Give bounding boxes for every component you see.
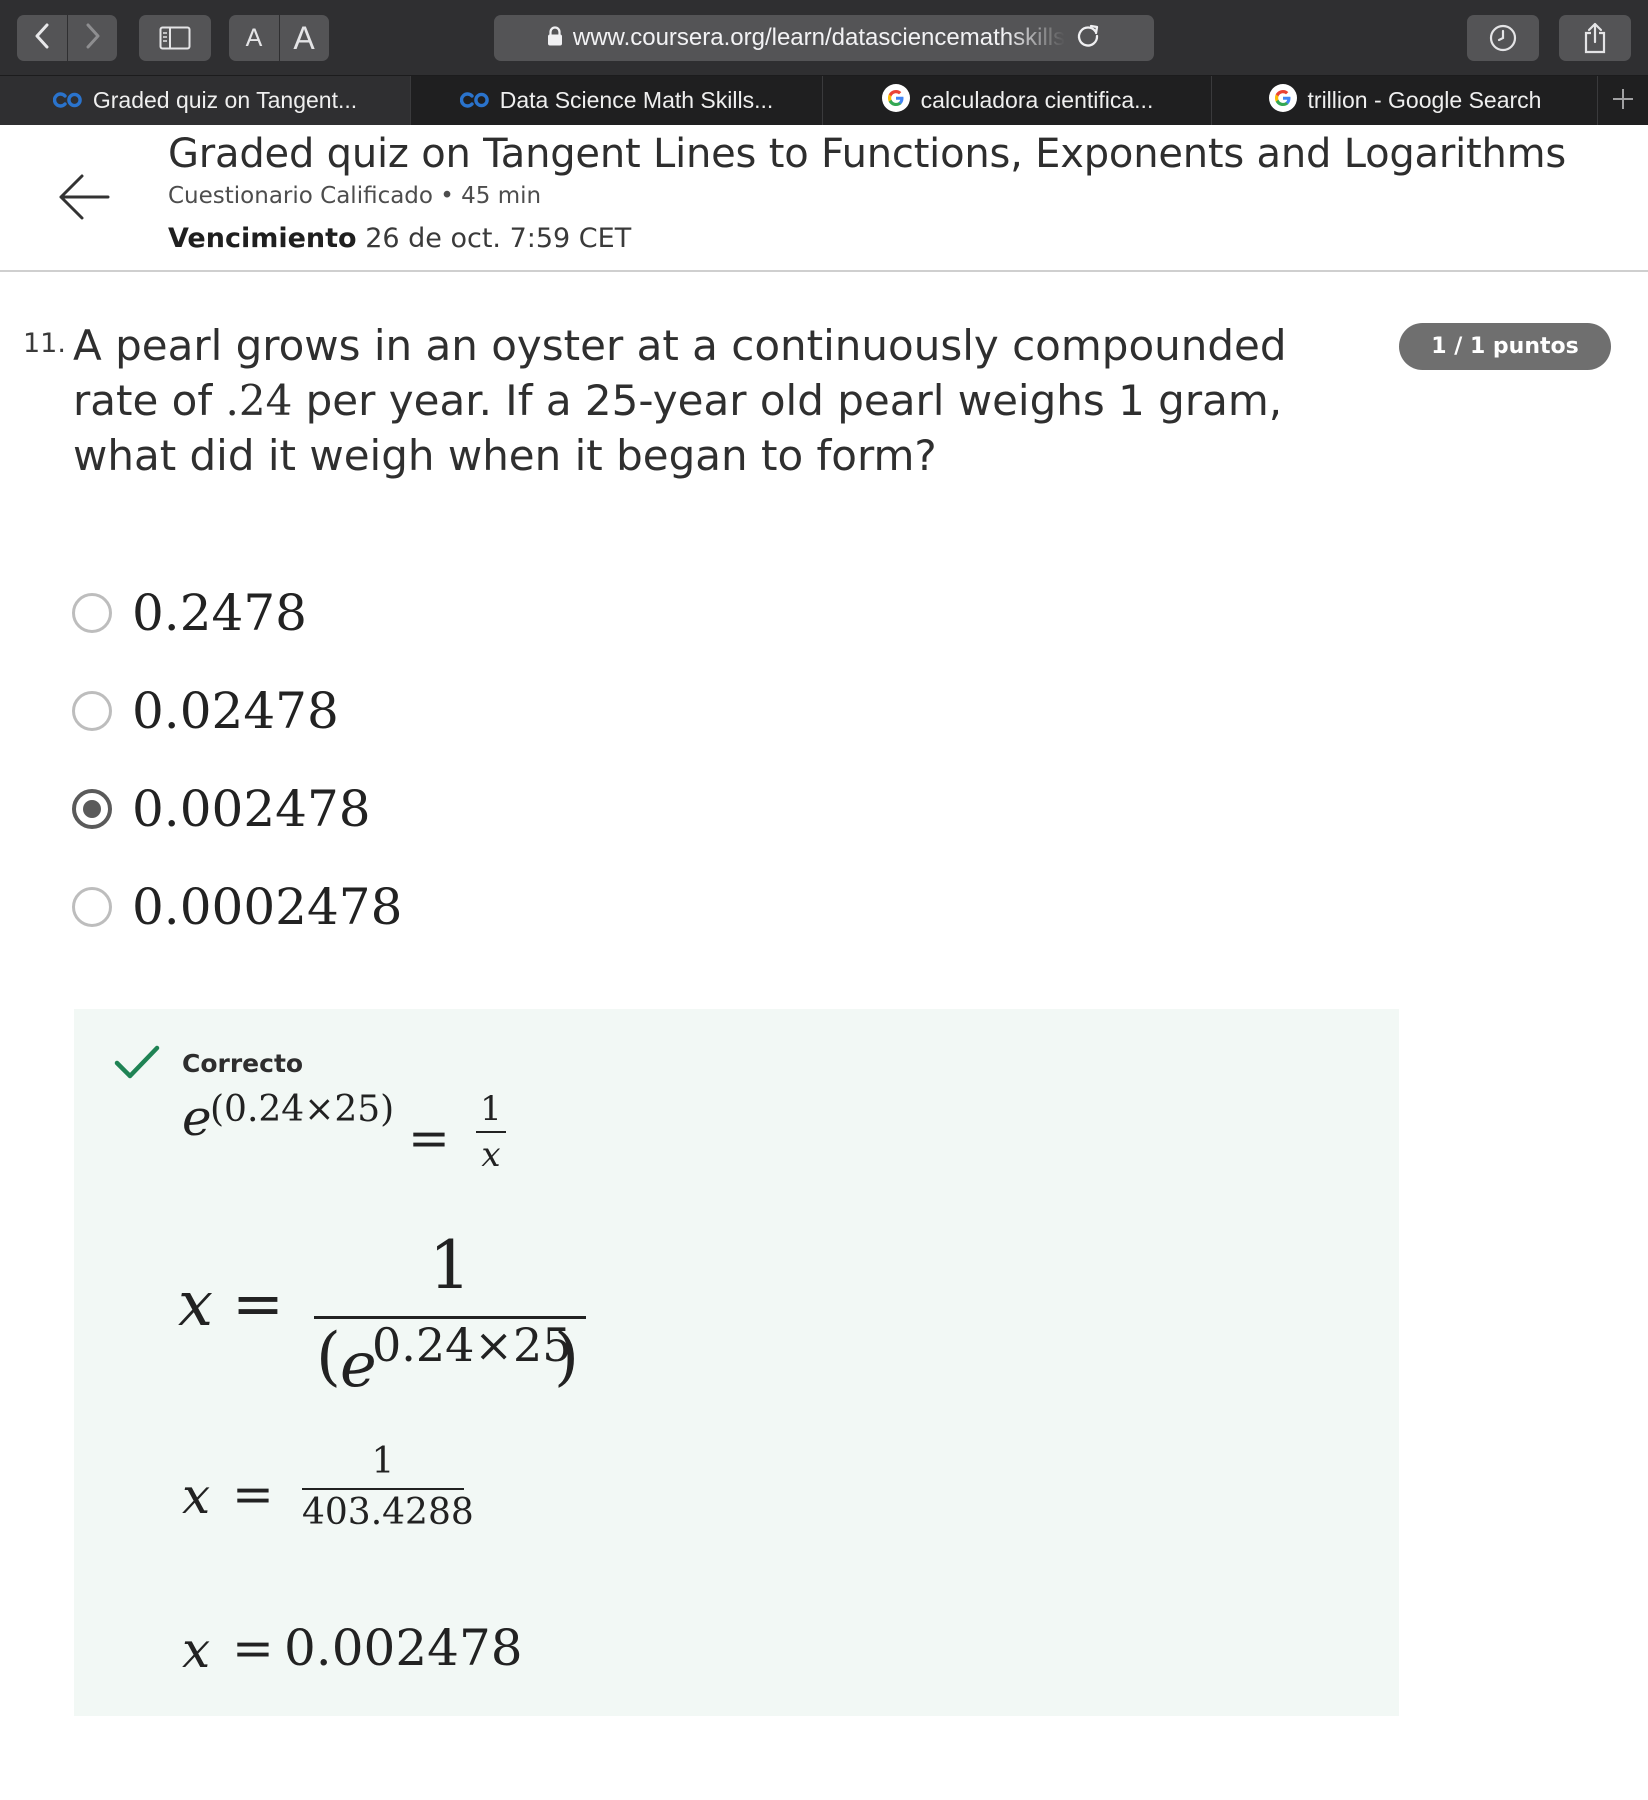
eq1-denominator: x xyxy=(481,1135,501,1175)
eq1-equals: = xyxy=(408,1109,450,1167)
eq2-paren-left: ( xyxy=(316,1320,341,1394)
tab-label: Graded quiz on Tangent... xyxy=(92,87,358,113)
address-bar[interactable]: www.coursera.org/learn/datasciencemathsk… xyxy=(494,15,1154,61)
new-tab-button[interactable] xyxy=(1598,76,1648,125)
question-text: A pearl grows in an oyster at a continuo… xyxy=(73,318,1383,483)
tab-bar: Graded quiz on Tangent... Data Science M… xyxy=(0,76,1648,125)
due-label: Vencimiento xyxy=(168,223,357,254)
tab-calculadora[interactable]: calculadora cientifica... xyxy=(823,76,1212,125)
tab-trillion[interactable]: trillion - Google Search xyxy=(1212,76,1598,125)
chevron-left-icon xyxy=(33,23,51,53)
sidebar-button[interactable] xyxy=(139,15,211,61)
option-4[interactable]: 0.0002478 xyxy=(72,872,772,942)
sidebar-icon xyxy=(159,26,191,50)
due-value: 26 de oct. 7:59 CET xyxy=(365,223,632,254)
eq1-base: e xyxy=(182,1089,212,1147)
eq3-equals: = xyxy=(232,1465,274,1523)
option-3[interactable]: 0.002478 xyxy=(72,774,772,844)
google-icon xyxy=(881,83,911,119)
option-label: 0.2478 xyxy=(132,584,307,642)
text-size-buttons: A A xyxy=(229,15,329,61)
tab-graded-quiz[interactable]: Graded quiz on Tangent... xyxy=(0,76,411,125)
eq2-lhs: x xyxy=(178,1267,213,1340)
page-title: Graded quiz on Tangent Lines to Function… xyxy=(168,131,1567,177)
text-larger-button[interactable]: A xyxy=(279,15,329,61)
question-number: 11. xyxy=(23,328,66,359)
plus-icon xyxy=(1611,87,1635,115)
option-1[interactable]: 0.2478 xyxy=(72,578,772,648)
lock-icon xyxy=(547,26,563,50)
eq3-denominator: 403.4288 xyxy=(302,1492,474,1533)
eq4-equals: = xyxy=(232,1619,274,1677)
option-2[interactable]: 0.02478 xyxy=(72,676,772,746)
coursera-icon xyxy=(459,87,490,114)
share-button[interactable] xyxy=(1559,15,1631,61)
clock-icon xyxy=(1489,24,1517,52)
eq3-lhs: x xyxy=(182,1467,211,1525)
eq3-fraction-bar xyxy=(302,1488,464,1490)
coursera-icon xyxy=(52,87,83,114)
eq1-numerator: 1 xyxy=(480,1089,502,1129)
radio-button-selected[interactable] xyxy=(72,789,112,829)
tab-label: Data Science Math Skills... xyxy=(499,87,774,113)
radio-button[interactable] xyxy=(72,887,112,927)
tab-label: trillion - Google Search xyxy=(1307,87,1542,113)
reload-icon[interactable] xyxy=(1075,23,1101,53)
eq4-lhs: x xyxy=(182,1621,211,1679)
eq4-rhs: 0.002478 xyxy=(284,1619,523,1677)
feedback-status: Correcto xyxy=(182,1049,304,1078)
eq3-numerator: 1 xyxy=(371,1441,395,1482)
browser-toolbar: A A www.coursera.org/learn/datasciencema… xyxy=(0,0,1648,76)
back-button[interactable] xyxy=(17,15,67,61)
navigation-buttons xyxy=(17,15,117,61)
checkmark-icon xyxy=(114,1045,160,1085)
due-date: Vencimiento 26 de oct. 7:59 CET xyxy=(168,223,631,254)
google-icon xyxy=(1268,83,1298,119)
eq2-paren-right: ) xyxy=(554,1320,579,1394)
eq2-equals: = xyxy=(232,1267,284,1340)
text-smaller-button[interactable]: A xyxy=(229,15,279,61)
quiz-meta: Cuestionario Calificado • 45 min xyxy=(168,183,542,209)
eq2-exponent: 0.24×25 xyxy=(372,1318,572,1372)
option-label: 0.0002478 xyxy=(132,878,403,936)
history-button[interactable] xyxy=(1467,15,1539,61)
quiz-header: Graded quiz on Tangent Lines to Function… xyxy=(0,125,1648,272)
tab-label: calculadora cientifica... xyxy=(920,87,1154,113)
url-text: www.coursera.org/learn/datasciencemathsk… xyxy=(572,24,1066,51)
radio-button[interactable] xyxy=(72,593,112,633)
eq2-denominator: ( e 0.24×25 ) xyxy=(314,1314,586,1401)
eq1-exponent: (0.24×25) xyxy=(210,1089,395,1130)
question-rate: .24 xyxy=(225,376,293,425)
forward-button[interactable] xyxy=(68,15,118,61)
tab-data-science[interactable]: Data Science Math Skills... xyxy=(411,76,823,125)
radio-button[interactable] xyxy=(72,691,112,731)
share-icon xyxy=(1582,22,1608,54)
score-badge: 1 / 1 puntos xyxy=(1399,323,1611,370)
option-label: 0.02478 xyxy=(132,682,339,740)
option-label: 0.002478 xyxy=(132,780,371,838)
feedback-panel: Correcto e (0.24×25) = 1 x x = 1 ( e 0.2… xyxy=(74,1009,1399,1716)
eq2-numerator: 1 xyxy=(429,1227,471,1304)
back-arrow-icon[interactable] xyxy=(58,173,110,225)
eq1-fraction-bar xyxy=(476,1131,506,1133)
chevron-right-icon xyxy=(84,23,102,53)
